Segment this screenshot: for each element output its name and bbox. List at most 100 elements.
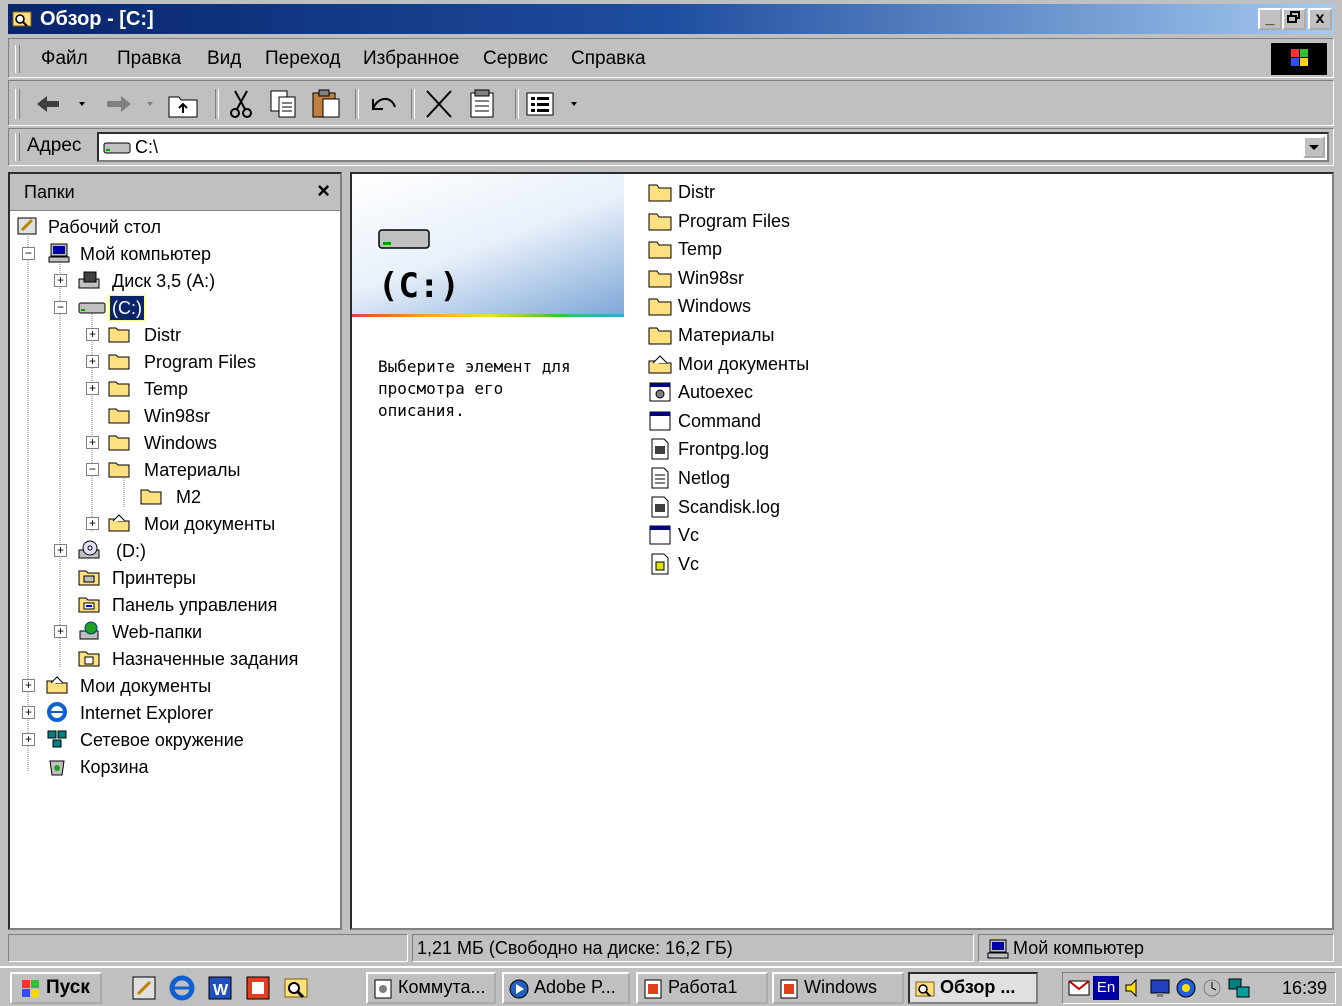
task-button-obzor[interactable]: Обзор ... bbox=[908, 972, 1038, 1004]
minimize-button[interactable]: _ bbox=[1258, 8, 1282, 30]
tree-label: Материалы bbox=[144, 460, 241, 480]
folder-icon bbox=[108, 354, 130, 370]
expand-icon[interactable]: + bbox=[86, 355, 99, 368]
volume-icon[interactable] bbox=[1123, 977, 1145, 999]
cut-button[interactable] bbox=[223, 87, 259, 121]
close-button[interactable]: x bbox=[1308, 8, 1332, 30]
tree-node-my-docs-c[interactable]: + Мои документы bbox=[10, 511, 340, 537]
paste-button[interactable] bbox=[309, 87, 345, 121]
my-documents-icon bbox=[46, 676, 68, 694]
tree-node-temp[interactable]: + Temp bbox=[10, 376, 340, 402]
expand-icon[interactable]: + bbox=[86, 517, 99, 530]
file-name: Мои документы bbox=[678, 354, 810, 374]
menu-file[interactable]: Файл bbox=[41, 47, 88, 71]
toolbar-separator bbox=[411, 89, 415, 119]
tree-node-my-computer[interactable]: − Мой компьютер bbox=[10, 241, 340, 267]
menu-edit[interactable]: Правка bbox=[117, 47, 181, 71]
antivirus-icon[interactable] bbox=[1175, 977, 1197, 999]
tree-node-network[interactable]: + Сетевое окружение bbox=[10, 727, 340, 753]
tree-node-web-folders[interactable]: + Web-папки bbox=[10, 619, 340, 645]
menu-help[interactable]: Справка bbox=[571, 47, 646, 71]
delete-button[interactable] bbox=[421, 87, 457, 121]
back-button[interactable] bbox=[31, 87, 89, 121]
show-desktop-icon[interactable] bbox=[130, 974, 158, 1002]
collapse-icon[interactable]: − bbox=[86, 463, 99, 476]
expand-icon[interactable]: + bbox=[22, 706, 35, 719]
tree-node-distr[interactable]: + Distr bbox=[10, 322, 340, 348]
tree-label: Web-папки bbox=[112, 622, 203, 642]
undo-button[interactable] bbox=[365, 87, 401, 121]
menu-view[interactable]: Вид bbox=[207, 47, 241, 71]
mail-icon[interactable] bbox=[1067, 977, 1091, 999]
up-folder-button[interactable] bbox=[165, 87, 201, 121]
views-button[interactable] bbox=[523, 87, 583, 121]
collapse-icon[interactable]: − bbox=[22, 247, 35, 260]
task-button-windows[interactable]: Windows bbox=[772, 972, 904, 1004]
my-documents-icon bbox=[108, 514, 130, 532]
internet-explorer-icon[interactable] bbox=[168, 974, 196, 1002]
my-documents-icon bbox=[648, 355, 672, 374]
explorer-icon[interactable] bbox=[282, 974, 310, 1002]
word-icon[interactable]: W bbox=[206, 974, 234, 1002]
display-icon[interactable] bbox=[1149, 977, 1173, 999]
task-button-rabota1[interactable]: Работа1 bbox=[636, 972, 768, 1004]
folders-header: Папки × bbox=[10, 174, 340, 211]
menu-favorites[interactable]: Избранное bbox=[363, 47, 459, 71]
dos-program-icon bbox=[649, 411, 671, 431]
tree-node-program-files[interactable]: + Program Files bbox=[10, 349, 340, 375]
tree-label: Панель управления bbox=[112, 595, 278, 615]
title-bar[interactable]: Обзор - [C:] _ x bbox=[8, 4, 1334, 34]
copy-button[interactable] bbox=[265, 87, 301, 121]
tree-node-win98sr[interactable]: Win98sr bbox=[10, 403, 340, 429]
pane-splitter[interactable] bbox=[342, 172, 350, 930]
menu-grip[interactable] bbox=[15, 45, 20, 73]
tree-node-control-panel[interactable]: Панель управления bbox=[10, 592, 340, 618]
expand-icon[interactable]: + bbox=[54, 625, 67, 638]
status-zone-text: Мой компьютер bbox=[1013, 938, 1145, 958]
expand-icon[interactable]: + bbox=[86, 436, 99, 449]
tree-node-windows[interactable]: + Windows bbox=[10, 430, 340, 456]
folders-close-button[interactable]: × bbox=[317, 178, 330, 204]
expand-icon[interactable]: + bbox=[54, 544, 67, 557]
expand-icon[interactable]: + bbox=[22, 679, 35, 692]
tree-node-drive-c[interactable]: − (C:) bbox=[10, 295, 340, 321]
tree-node-desktop[interactable]: Рабочий стол bbox=[10, 214, 340, 240]
expand-icon[interactable]: + bbox=[54, 274, 67, 287]
tree-node-drive-d[interactable]: + (D:) bbox=[10, 538, 340, 564]
menu-go[interactable]: Переход bbox=[265, 47, 340, 71]
tree-node-m2[interactable]: M2 bbox=[10, 484, 340, 510]
properties-button[interactable] bbox=[465, 87, 501, 121]
tree-node-floppy[interactable]: + Диск 3,5 (A:) bbox=[10, 268, 340, 294]
windows-flag-icon bbox=[22, 980, 39, 997]
expand-icon[interactable]: + bbox=[22, 733, 35, 746]
powerpoint-icon[interactable] bbox=[244, 974, 272, 1002]
menu-tools[interactable]: Сервис bbox=[483, 47, 548, 71]
task-button-kommuta[interactable]: Коммута... bbox=[366, 972, 496, 1004]
tree-node-scheduled-tasks[interactable]: Назначенные задания bbox=[10, 646, 340, 672]
start-button[interactable]: Пуск bbox=[10, 972, 102, 1004]
folder-tree: Рабочий стол − Мой компьютер + Диск 3,5 … bbox=[10, 212, 340, 922]
tree-label: (D:) bbox=[116, 541, 146, 561]
tree-node-my-documents[interactable]: + Мои документы bbox=[10, 673, 340, 699]
network-icon[interactable] bbox=[1227, 977, 1251, 999]
toolbar-grip[interactable] bbox=[15, 89, 20, 119]
tree-node-internet-explorer[interactable]: + Internet Explorer bbox=[10, 700, 340, 726]
address-grip[interactable] bbox=[15, 133, 20, 161]
task-label: Работа1 bbox=[668, 977, 738, 997]
tree-node-printers[interactable]: Принтеры bbox=[10, 565, 340, 591]
tree-node-recycle-bin[interactable]: Корзина bbox=[10, 754, 340, 780]
maximize-button[interactable] bbox=[1282, 8, 1306, 30]
forward-button[interactable] bbox=[97, 87, 159, 121]
file-name: Autoexec bbox=[678, 382, 754, 402]
scheduler-icon[interactable] bbox=[1201, 977, 1223, 999]
address-dropdown-button[interactable] bbox=[1303, 136, 1325, 158]
expand-icon[interactable]: + bbox=[86, 328, 99, 341]
collapse-icon[interactable]: − bbox=[54, 301, 67, 314]
language-indicator[interactable]: En bbox=[1093, 976, 1119, 1000]
views-dropdown-icon bbox=[571, 102, 577, 106]
address-input[interactable]: C:\ bbox=[97, 132, 1329, 162]
tree-node-materials[interactable]: − Материалы bbox=[10, 457, 340, 483]
task-button-adobe[interactable]: Adobe P... bbox=[502, 972, 630, 1004]
adobe-icon bbox=[509, 979, 529, 999]
expand-icon[interactable]: + bbox=[86, 382, 99, 395]
